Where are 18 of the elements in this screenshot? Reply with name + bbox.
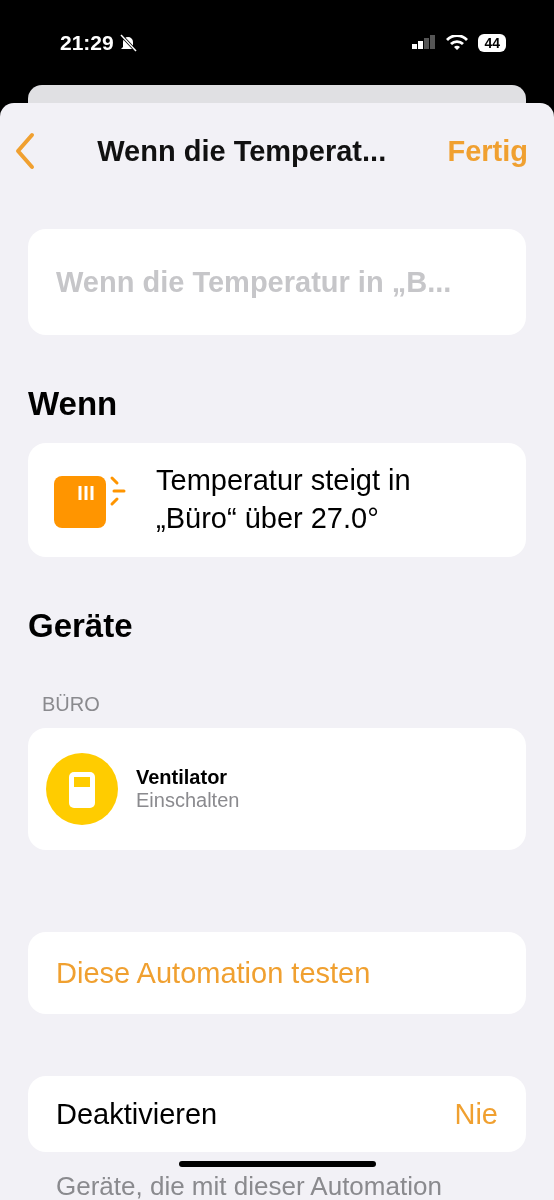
name-field[interactable]: Wenn die Temperatur in „B... xyxy=(28,229,526,335)
deactivate-row[interactable]: Deaktivieren Nie xyxy=(28,1076,526,1152)
device-action: Einschalten xyxy=(136,789,240,812)
room-label: BÜRO xyxy=(42,693,101,716)
section-heading: Wenn xyxy=(28,385,119,423)
device-card[interactable]: Ventilator Einschalten xyxy=(28,728,526,850)
section-heading: Geräte xyxy=(28,607,134,645)
trigger-card[interactable]: Temperatur steigt in „Büro“ über 27.0° xyxy=(28,443,526,557)
device-name: Ventilator xyxy=(136,766,229,789)
status-time: 21:29 xyxy=(60,30,114,55)
deactivate-label: Deaktivieren xyxy=(56,1097,218,1131)
nav-title: Wenn die Temperat... xyxy=(97,134,387,168)
trigger-text: Temperatur steigt in „Büro“ über 27.0° xyxy=(156,463,412,536)
device-icon xyxy=(46,753,118,825)
footer-note: Geräte, die mit dieser Automation xyxy=(56,1173,443,1199)
battery-level: 44 xyxy=(478,33,506,52)
wifi-icon xyxy=(446,34,469,51)
signal-icon xyxy=(412,33,437,52)
